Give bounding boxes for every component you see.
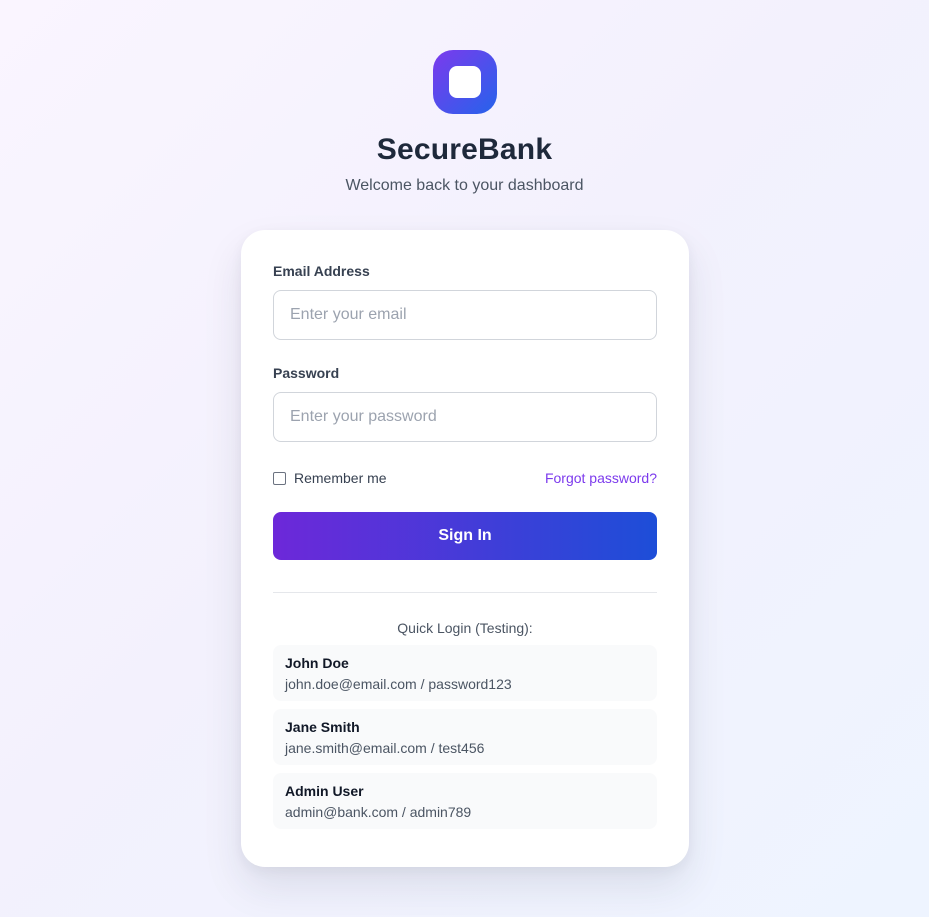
quick-login-name: John Doe — [285, 655, 349, 671]
password-group: Password — [273, 364, 657, 442]
remember-me[interactable]: Remember me — [273, 470, 387, 486]
divider — [273, 592, 657, 593]
quick-login-credentials: admin@bank.com / admin789 — [285, 804, 472, 820]
quick-login-credentials: jane.smith@email.com / test456 — [285, 740, 485, 756]
password-label: Password — [273, 365, 340, 381]
quick-login-item-jane-smith[interactable]: Jane Smith jane.smith@email.com / test45… — [273, 709, 657, 765]
email-label: Email Address — [273, 263, 370, 279]
email-field[interactable] — [273, 290, 657, 340]
app-logo-icon — [432, 50, 497, 114]
quick-login-name: Admin User — [285, 783, 364, 799]
app-title: SecureBank — [376, 133, 553, 166]
app-subtitle: Welcome back to your dashboard — [345, 177, 584, 194]
remember-me-label: Remember me — [294, 470, 387, 486]
header: SecureBank Welcome back to your dashboar… — [0, 0, 929, 196]
quick-login-item-admin-user[interactable]: Admin User admin@bank.com / admin789 — [273, 773, 657, 829]
form-options-row: Remember me Forgot password? — [273, 468, 657, 488]
quick-login-name: Jane Smith — [285, 719, 360, 735]
sign-in-button[interactable]: Sign In — [273, 512, 657, 560]
remember-me-checkbox[interactable] — [273, 471, 286, 485]
forgot-password-link[interactable]: Forgot password? — [545, 470, 657, 486]
login-form: Email Address Password Remember me Forgo… — [273, 262, 657, 560]
logo-square-icon — [448, 66, 481, 98]
quick-login-title: Quick Login (Testing): — [397, 620, 533, 636]
quick-login-list: John Doe john.doe@email.com / password12… — [273, 645, 657, 829]
login-card: Email Address Password Remember me Forgo… — [241, 230, 689, 867]
quick-login-item-john-doe[interactable]: John Doe john.doe@email.com / password12… — [273, 645, 657, 701]
quick-login-credentials: john.doe@email.com / password123 — [285, 676, 512, 692]
email-group: Email Address — [273, 262, 657, 340]
password-field[interactable] — [273, 392, 657, 442]
